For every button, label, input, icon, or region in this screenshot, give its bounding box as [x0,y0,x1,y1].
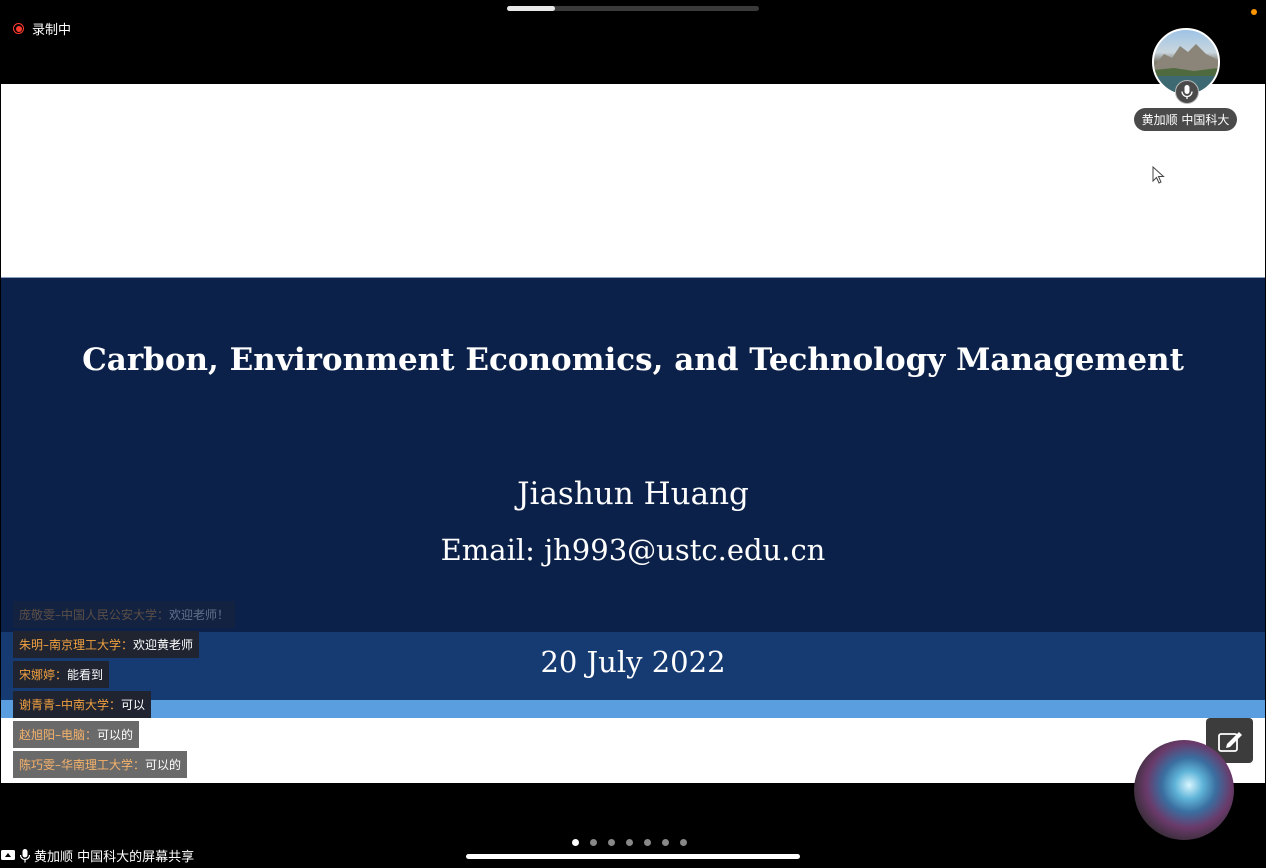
recording-label: 录制中 [32,23,72,38]
share-label: 黄加顺 中国科大的屏幕共享 [34,850,195,865]
chat-message: 陈巧雯–华南理工大学：可以的 [13,751,235,778]
pointer-cursor-icon [1152,165,1166,188]
chat-text: 欢迎黄老师 [133,638,194,652]
chat-message: 朱明–南京理工大学：欢迎黄老师 [13,631,235,658]
chat-message: 庞敬雯–中国人民公安大学：欢迎老师！ [13,601,236,628]
annotate-icon [1217,731,1242,752]
mic-icon [20,848,30,862]
page-dot[interactable] [644,839,651,846]
page-dot[interactable] [572,839,579,846]
chat-message: 赵旭阳–电脑：可以的 [13,721,235,748]
page-dot[interactable] [590,839,597,846]
siri-orb-icon[interactable] [1134,740,1234,840]
chat-text: 能看到 [67,668,104,682]
slide-title-band [1,277,1265,633]
top-progress-bar [507,6,759,11]
mic-icon[interactable] [1175,80,1199,104]
chat-text: 可以的 [145,758,182,772]
chat-overlay: 庞敬雯–中国人民公安大学：欢迎老师！ 朱明–南京理工大学：欢迎黄老师 宋娜婷：能… [13,601,236,781]
chat-message: 宋娜婷：能看到 [13,661,235,688]
screen-share-indicator: 黄加顺 中国科大的屏幕共享 [0,846,194,865]
page-dot[interactable] [608,839,615,846]
chat-sender: 陈巧雯–华南理工大学： [19,758,146,772]
record-icon [13,23,24,34]
page-dot[interactable] [626,839,633,846]
top-progress-fill [507,6,555,11]
chat-sender: 谢青青–中南大学： [19,698,122,712]
chat-text: 欢迎老师！ [169,608,230,622]
slide-title: Carbon, Environment Economics, and Techn… [82,342,1184,378]
chat-sender: 朱明–南京理工大学： [19,638,134,652]
page-indicator[interactable] [572,839,687,846]
participant-tile[interactable]: 黄加顺 中国科大 [1130,28,1241,131]
participant-name: 黄加顺 中国科大 [1133,108,1238,131]
slide-email: Email: jh993@ustc.edu.cn [440,533,826,567]
recording-indicator[interactable]: 录制中 [13,19,71,38]
chat-text: 可以的 [97,728,134,742]
screen-share-icon [1,849,15,860]
chat-sender: 赵旭阳–电脑： [19,728,98,742]
home-indicator[interactable] [466,854,800,859]
status-dot [1251,9,1257,15]
page-dot[interactable] [680,839,687,846]
chat-sender: 庞敬雯–中国人民公安大学： [19,608,170,622]
page-dot[interactable] [662,839,669,846]
chat-sender: 宋娜婷： [19,668,68,682]
slide-author: Jiashun Huang [517,476,749,512]
chat-text: 可以 [121,698,146,712]
chat-message: 谢青青–中南大学：可以 [13,691,235,718]
